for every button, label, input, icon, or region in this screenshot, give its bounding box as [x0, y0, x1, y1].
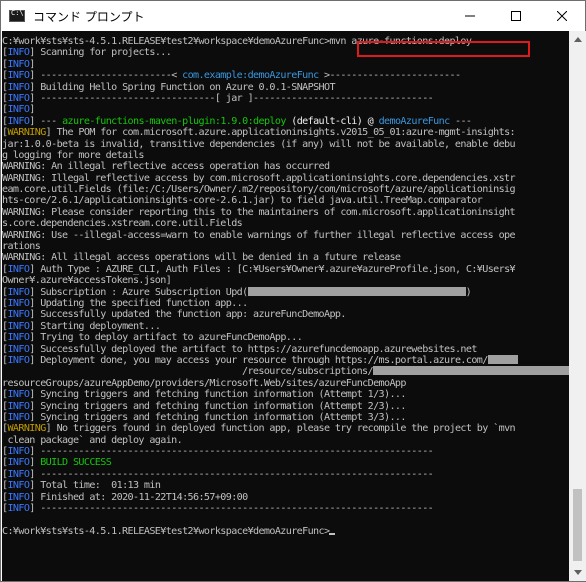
log-line: [INFO] --- azure-functions-maven-plugin:… [2, 115, 472, 127]
info-tag: INFO [7, 457, 30, 469]
close-button[interactable] [539, 1, 585, 31]
log-line: eam.core.util.Fields (file:/C:/Users/Own… [2, 184, 516, 196]
log-line: WARNING: All illegal access operations w… [2, 252, 401, 264]
log-line: [INFO] Deployment done, you may access y… [2, 354, 569, 366]
artifact-id: com.example:demoAzureFunc [182, 70, 319, 82]
log-line: [INFO] ---------------------------------… [2, 468, 434, 480]
redacted-portal-path [487, 354, 518, 364]
minimize-icon [465, 15, 475, 17]
log-line: [INFO] [2, 58, 35, 70]
prompt: C:¥work¥sts¥sts-4.5.1.RELEASE¥test2¥work… [2, 525, 330, 537]
info-tag: INFO [7, 70, 30, 82]
log-line: [INFO] Syncing triggers and fetching fun… [2, 400, 406, 412]
log-line: [INFO] Syncing triggers and fetching fun… [2, 389, 406, 401]
maximize-icon [511, 11, 521, 21]
log-line: jar:1.0.0-beta is invalid, transitive de… [2, 138, 516, 150]
scroll-up-icon [573, 37, 582, 42]
info-tag: INFO [7, 297, 30, 309]
command-prompt-window: コマンド プロンプト C:¥work¥sts¥sts-4.5.1.RELEASE… [0, 0, 586, 582]
log-line: [INFO] Successfully updated the function… [2, 309, 346, 321]
info-tag: INFO [7, 343, 30, 355]
log-line: [INFO] Syncing triggers and fetching fun… [2, 411, 406, 423]
info-tag: INFO [7, 400, 30, 412]
info-tag: INFO [7, 286, 30, 298]
log-line: /resource/subscriptions// [2, 366, 569, 377]
info-tag: INFO [7, 320, 30, 332]
info-tag: INFO [7, 468, 30, 480]
log-line: [WARNING] The POM for com.microsoft.azur… [2, 127, 516, 139]
log-line: s.core.dependencies.xstream.core.util.Fi… [2, 218, 243, 230]
log-line: WARNING: Please consider reporting this … [2, 206, 516, 218]
minimize-button[interactable] [447, 1, 493, 31]
text-cursor [329, 532, 336, 535]
log-line: [INFO] ---------------------------------… [2, 503, 434, 515]
prompt: C:¥work¥sts¥sts-4.5.1.RELEASE¥test2¥work… [2, 36, 330, 47]
log-line: [INFO] ------------------------< com.exa… [2, 70, 461, 82]
info-tag: INFO [7, 58, 30, 70]
title-bar[interactable]: コマンド プロンプト [1, 1, 585, 31]
log-line: [INFO] Auth Type : AZURE_CLI, Auth Files… [2, 263, 516, 275]
cmd-icon [9, 9, 25, 22]
warning-tag: WARNING [7, 127, 46, 139]
log-line: [INFO] Building Hello Spring Function on… [2, 81, 336, 93]
info-tag: INFO [7, 115, 30, 127]
log-line: hts-core/2.6.1/applicationinsights-core-… [2, 195, 483, 207]
log-line: [INFO] BUILD SUCCESS [2, 457, 112, 469]
scroll-down-button[interactable] [569, 564, 586, 581]
console-output[interactable]: C:¥work¥sts¥sts-4.5.1.RELEASE¥test2¥work… [2, 31, 569, 581]
log-line: WARNING: Use --illegal-access=warn to en… [2, 229, 516, 241]
build-success: BUILD SUCCESS [40, 457, 112, 469]
maximize-button[interactable] [493, 1, 539, 31]
log-line: [INFO] Starting deployment... [2, 320, 161, 332]
info-tag: INFO [7, 446, 30, 458]
log-line: resourceGroups/azureAppDemo/providers/Mi… [2, 377, 406, 389]
log-line: [INFO] [2, 104, 35, 116]
info-tag: INFO [7, 491, 30, 503]
scroll-down-icon [573, 570, 582, 575]
info-tag: INFO [7, 104, 30, 116]
scroll-up-button[interactable] [569, 31, 586, 48]
info-tag: INFO [7, 47, 30, 59]
log-line: [INFO] Updating the specified function a… [2, 297, 248, 309]
window-title: コマンド プロンプト [33, 9, 145, 24]
redacted-subscription-id [247, 286, 466, 296]
scrollbar-thumb[interactable] [573, 489, 582, 561]
log-line: [INFO] Trying to deploy artifact to azur… [2, 332, 303, 344]
plugin-name: azure-functions-maven-plugin:1.9.0:deplo… [62, 115, 286, 127]
info-tag: INFO [7, 354, 30, 366]
log-line: WARNING: Illegal reflective access by co… [2, 172, 516, 184]
redacted-subscription-id [372, 366, 569, 376]
info-tag: INFO [7, 389, 30, 401]
log-line: [INFO] Subscription : Azure Subscription… [2, 286, 472, 298]
log-line: [INFO] --------------------------------[… [2, 92, 434, 104]
plugin-project: demoAzureFunc [378, 115, 451, 127]
vertical-scrollbar[interactable] [569, 31, 586, 581]
log-line: [INFO] Total time: 01:13 min [2, 480, 161, 492]
info-tag: INFO [7, 309, 30, 321]
warning-tag: WARNING [7, 423, 46, 435]
info-tag: INFO [7, 411, 30, 423]
command-highlight-box [357, 41, 530, 57]
info-tag: INFO [7, 332, 30, 344]
info-tag: INFO [7, 263, 30, 275]
info-tag: INFO [7, 480, 30, 492]
log-line: clean package` and deploy again. [2, 434, 183, 446]
log-line: WARNING: An illegal reflective access op… [2, 161, 330, 173]
info-tag: INFO [7, 81, 30, 93]
log-line: rations [2, 241, 41, 253]
log-line: [INFO] ---------------------------------… [2, 446, 434, 458]
log-line: [WARNING] No triggers found in deployed … [2, 423, 516, 435]
log-line: g logging for more details [2, 149, 145, 161]
info-tag: INFO [7, 92, 30, 104]
log-line: Owner¥.azure¥accessTokens.json] [2, 275, 172, 287]
close-icon [557, 11, 567, 21]
prompt-line[interactable]: C:¥work¥sts¥sts-4.5.1.RELEASE¥test2¥work… [2, 526, 569, 537]
info-tag: INFO [7, 503, 30, 515]
log-line: [INFO] Successfully deployed the artifac… [2, 343, 477, 355]
log-line: [INFO] Finished at: 2020-11-22T14:56:57+… [2, 491, 248, 503]
